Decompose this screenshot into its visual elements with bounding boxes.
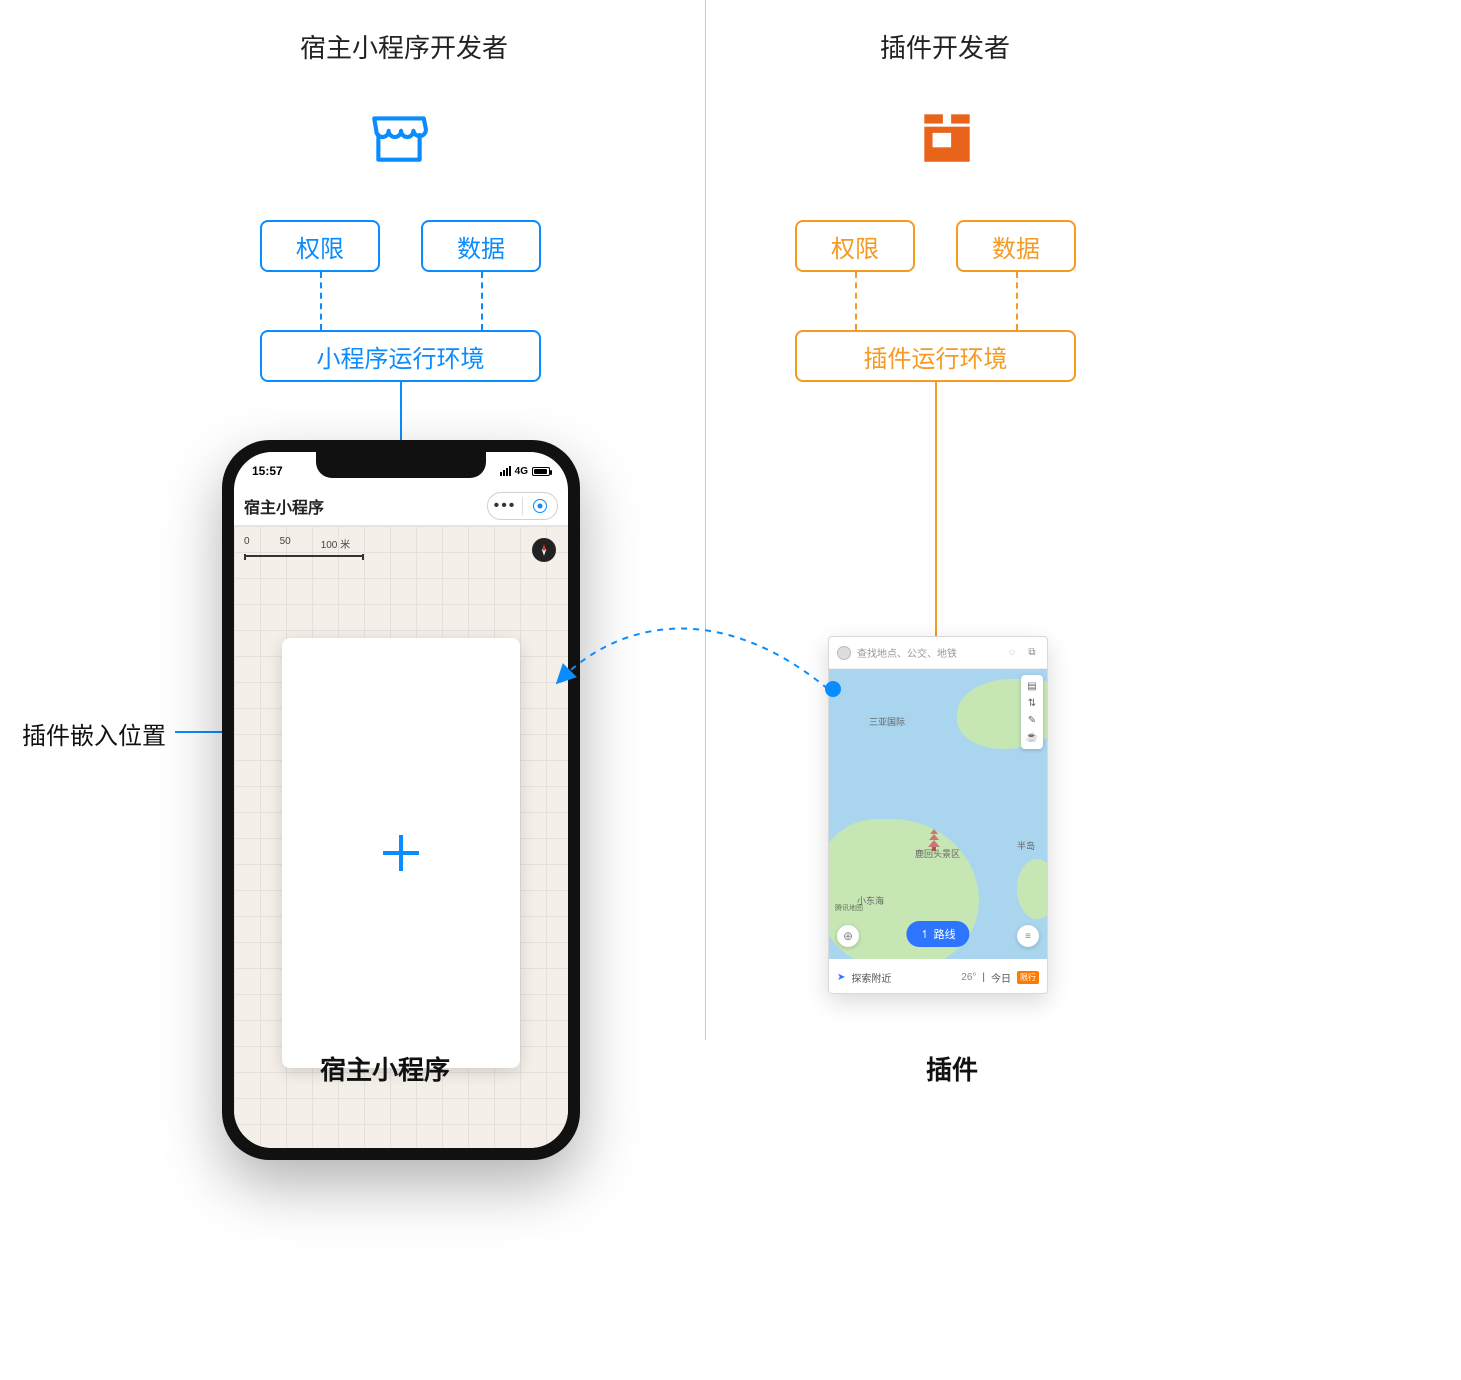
report-icon[interactable]: ✎ [1028, 715, 1036, 726]
map-poi: 三亚国际 [869, 715, 905, 728]
restriction-tag: 限行 [1017, 971, 1039, 984]
host-bottom-title: 宿主小程序 [320, 1050, 450, 1087]
connector [400, 382, 402, 442]
food-icon[interactable]: ☕ [1026, 732, 1038, 743]
package-icon [914, 104, 980, 175]
plugin-permission-box: 权限 [795, 220, 915, 272]
connector [320, 272, 322, 330]
scale-label: 0 [244, 536, 250, 551]
close-icon[interactable] [523, 493, 557, 519]
arrow-up-icon: ↿ [920, 928, 929, 941]
route-label: 路线 [934, 926, 956, 942]
plugin-anchor-dot [825, 681, 841, 697]
plugin-preview-card: 查找地点、公交、地铁 ◌ ⧉ 三亚国际 鹿回头景区 半岛 小东海 ▤ ⇅ ✎ ☕… [828, 636, 1048, 994]
locate-button[interactable]: ⊕ [837, 925, 859, 947]
plugin-runtime-box: 插件运行环境 [795, 330, 1076, 382]
capsule-buttons[interactable]: ••• [487, 492, 558, 520]
connector [1016, 272, 1018, 330]
more-icon[interactable]: ••• [488, 493, 522, 519]
avatar-icon [837, 646, 851, 660]
scale-label: 50 [280, 536, 291, 551]
plugin-search-bar[interactable]: 查找地点、公交、地铁 ◌ ⧉ [829, 637, 1047, 669]
explore-nearby[interactable]: 探索附近 [851, 970, 891, 985]
traffic-icon[interactable]: ⇅ [1028, 698, 1036, 709]
toggle-button[interactable]: ≡ [1017, 925, 1039, 947]
status-time: 15:57 [252, 464, 283, 478]
today-label: 今日 [991, 970, 1011, 985]
connector [481, 272, 483, 330]
app-title: 宿主小程序 [244, 494, 324, 518]
status-bar: 15:57 4G [234, 460, 568, 482]
host-permission-box: 权限 [260, 220, 380, 272]
layer-icon[interactable]: ▤ [1027, 681, 1036, 692]
plugin-data-box: 数据 [956, 220, 1076, 272]
plugin-bottom-title: 插件 [926, 1050, 978, 1087]
search-placeholder: 查找地点、公交、地铁 [857, 645, 999, 660]
map-attribution: 腾讯地图 [835, 903, 863, 913]
host-data-box: 数据 [421, 220, 541, 272]
send-icon[interactable]: ➤ [837, 972, 845, 983]
store-icon [366, 104, 432, 175]
plus-icon [383, 835, 419, 871]
pagoda-icon [925, 829, 943, 856]
route-button[interactable]: ↿ 路线 [906, 921, 969, 947]
temperature: 26° [961, 972, 976, 983]
host-developer-title: 宿主小程序开发者 [300, 28, 508, 65]
battery-icon [532, 467, 550, 476]
scan-icon[interactable]: ⧉ [1025, 646, 1039, 660]
connector [935, 382, 937, 640]
compass-icon [532, 538, 556, 562]
plugin-slot[interactable] [282, 638, 520, 1068]
voice-icon[interactable]: ◌ [1005, 646, 1019, 660]
connector [855, 272, 857, 330]
column-divider [705, 0, 706, 1040]
scale-label: 100 米 [321, 536, 350, 551]
plugin-footer: ➤ 探索附近 26° | 今日 限行 [829, 959, 1047, 994]
arrow-overlay [0, 0, 1461, 1380]
map-tools[interactable]: ▤ ⇅ ✎ ☕ [1021, 675, 1043, 749]
map-poi: 半岛 [1017, 839, 1035, 852]
plugin-map[interactable]: 三亚国际 鹿回头景区 半岛 小东海 ▤ ⇅ ✎ ☕ ⊕ ↿ 路线 ≡ 腾讯地图 [829, 669, 1047, 959]
embed-location-label: 插件嵌入位置 [22, 716, 166, 751]
plugin-developer-title: 插件开发者 [880, 28, 1010, 65]
signal-bars-icon [500, 466, 511, 476]
host-runtime-box: 小程序运行环境 [260, 330, 541, 382]
signal-label: 4G [515, 466, 528, 477]
map-scale-bar: 0 50 100 米 [244, 536, 364, 557]
